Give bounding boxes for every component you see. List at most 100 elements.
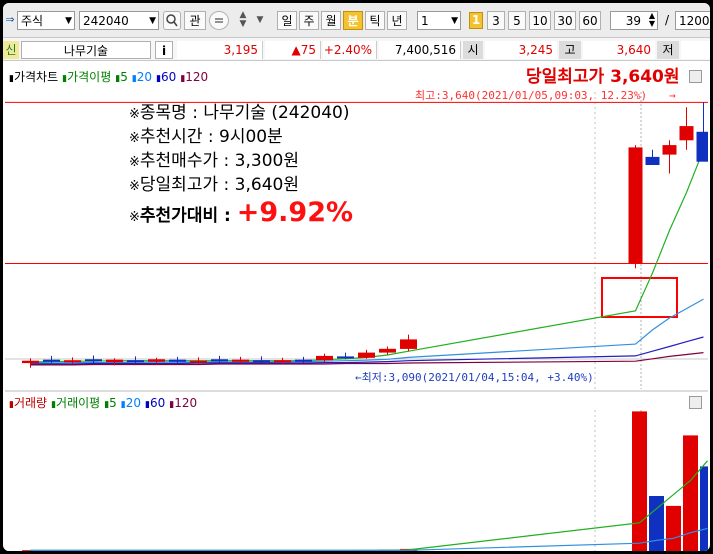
candle-body — [679, 126, 694, 141]
candle-body — [696, 131, 708, 162]
period-week-button[interactable]: 주 — [299, 11, 319, 30]
note-value: 9시00분 — [219, 127, 283, 147]
chart-window: ⇒ 주식 ▼ 242040 ▼ 관 ▲ ▼ ▼ 일 주 월 분 틱 년 1 ▼ 1… — [3, 3, 710, 551]
price-change: ▲75 — [265, 41, 321, 59]
price-panel: ▮가격차트 ▮가격이평 ▮5 ▮20 ▮60 ▮120 당일최고가 3,640원 최고:3… — [5, 64, 708, 389]
note-line: ※당일최고가 : 3,640원 — [129, 174, 299, 198]
candle-body — [337, 356, 354, 359]
note-label: 추천시간 — [139, 127, 203, 147]
candle-body — [316, 355, 333, 361]
note-line: ※추천시간 : 9시00분 — [129, 126, 283, 150]
note-sep: : — [218, 151, 235, 171]
max-arrow-icon: → — [669, 89, 676, 102]
volume-chart — [22, 410, 708, 551]
total-count-input[interactable]: 1200 — [675, 11, 710, 30]
chevron-down-icon: ▼ — [65, 16, 72, 26]
interval-60-button[interactable]: 60 — [579, 11, 601, 30]
min-label: ←최저:3,090(2021/01/04,15:04, +3.40%) — [355, 371, 594, 384]
note-value: 3,300원 — [234, 151, 299, 171]
candle-body — [253, 360, 270, 363]
note-mark: ※ — [129, 131, 140, 146]
stock-name-field[interactable]: 나무기술 — [21, 41, 151, 59]
note-value: 나무기술 (242040) — [203, 103, 350, 123]
interval-3-button[interactable]: 3 — [487, 11, 505, 30]
note-sep: : — [218, 175, 235, 195]
stock-code-value: 242040 — [83, 14, 129, 28]
note-line: ※추천매수가 : 3,300원 — [129, 150, 299, 174]
candle-body — [43, 359, 60, 362]
candle-body — [645, 156, 660, 165]
count-stepper[interactable]: 39 ▲ ▼ — [610, 11, 658, 30]
high-price: 3,640 — [583, 41, 655, 59]
candle-body — [295, 359, 312, 362]
price-chart: 최고:3,640(2021/01/05,09:03, 12.23%) → ←최저… — [5, 89, 708, 389]
note-label: 종목명 — [139, 103, 187, 123]
volume-ma20-line — [30, 527, 708, 551]
volume-bar — [700, 466, 708, 551]
highlight-value: +9.92% — [236, 197, 354, 228]
current-price: 3,195 — [177, 41, 263, 59]
volume-bar — [683, 435, 698, 551]
candle-body — [22, 360, 39, 364]
candle-body — [274, 360, 291, 363]
candle-body — [169, 359, 186, 362]
candle-body — [106, 359, 123, 363]
note-mark: ※ — [129, 155, 140, 170]
related-button[interactable]: 관 — [184, 11, 206, 30]
interval-30-button[interactable]: 30 — [554, 11, 576, 30]
candle-body — [400, 339, 417, 349]
candle-body — [64, 360, 81, 363]
new-stock-badge: 신 — [3, 41, 19, 59]
market-select-value: 주식 — [21, 14, 44, 28]
period-day-button[interactable]: 일 — [277, 11, 297, 30]
volume-bar — [632, 411, 647, 551]
link-arrow-icon[interactable]: ⇒ — [3, 11, 17, 29]
chevron-down-icon: ▼ — [451, 16, 458, 26]
period-minute-button[interactable]: 분 — [343, 11, 363, 30]
entry-highlight-box — [601, 277, 678, 318]
open-price: 3,245 — [485, 41, 557, 59]
note-mark: ※ — [129, 107, 140, 122]
market-select[interactable]: 주식 ▼ — [17, 11, 75, 30]
candle-body — [127, 360, 144, 363]
high-label: 고 — [559, 41, 581, 59]
note-line: ※종목명 : 나무기술 (242040) — [129, 102, 350, 126]
candle-body — [662, 145, 677, 155]
note-sep: : — [186, 103, 204, 123]
note-label: 추천매수가 — [139, 151, 219, 171]
note-value: 3,640원 — [234, 175, 299, 195]
candle-body — [358, 352, 375, 358]
interval-one-button[interactable]: 1 — [469, 12, 483, 29]
volume-ma5-line — [30, 460, 708, 551]
max-label: 최고:3,640(2021/01/05,09:03, 12.23%) — [415, 89, 647, 102]
candle-body — [190, 360, 207, 363]
highlight-note: ※추천가대비 : +9.92% — [129, 199, 353, 229]
candle-body — [148, 359, 165, 362]
note-sep: : — [202, 127, 220, 147]
stepper-arrows-icon[interactable]: ▲ ▼ — [649, 12, 655, 28]
interval-select[interactable]: 1 ▼ — [417, 11, 461, 30]
volume-bar — [666, 505, 681, 551]
period-tick-button[interactable]: 틱 — [365, 11, 385, 30]
candle-body — [232, 359, 249, 362]
sync-icon[interactable] — [209, 11, 229, 30]
stock-code-input[interactable]: 242040 ▼ — [79, 11, 159, 30]
candle-body — [85, 359, 102, 362]
trading-volume: 7,400,516 — [379, 41, 461, 59]
chevron-down-icon[interactable]: ▼ — [254, 11, 266, 30]
note-mark: ※ — [129, 210, 140, 225]
highlight-label: 추천가대비 — [139, 206, 219, 226]
note-mark: ※ — [129, 179, 140, 194]
toolbar: ⇒ 주식 ▼ 242040 ▼ 관 ▲ ▼ ▼ 일 주 월 분 틱 년 1 ▼ 1… — [3, 3, 710, 38]
period-year-button[interactable]: 년 — [387, 11, 407, 30]
low-price — [681, 41, 710, 59]
info-button[interactable]: i — [155, 41, 173, 59]
interval-5-button[interactable]: 5 — [508, 11, 526, 30]
search-icon[interactable] — [163, 11, 181, 30]
slash-separator: / — [664, 13, 670, 27]
low-label: 저 — [657, 41, 679, 59]
interval-10-button[interactable]: 10 — [529, 11, 551, 30]
period-month-button[interactable]: 월 — [321, 11, 341, 30]
up-down-arrows-icon[interactable]: ▲ ▼ — [232, 11, 254, 30]
note-label: 당일최고가 — [139, 175, 219, 195]
